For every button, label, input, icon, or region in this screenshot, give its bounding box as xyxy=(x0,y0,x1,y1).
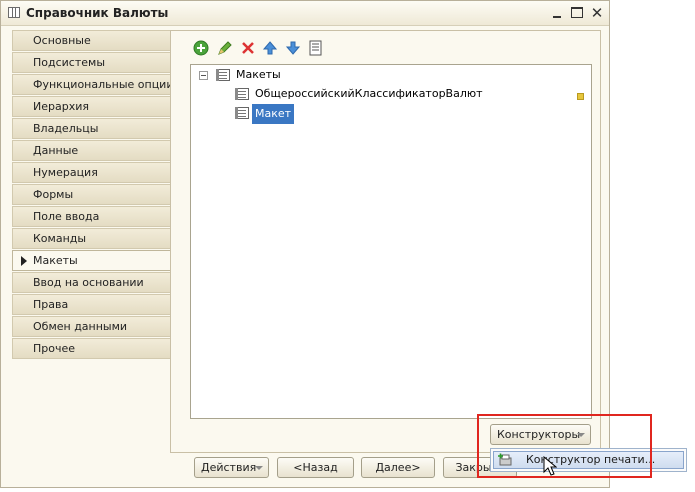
highlight-frame xyxy=(477,414,652,478)
tab-label: Макеты xyxy=(33,254,78,267)
button-label: Действия xyxy=(201,461,257,474)
tab-label: Обмен данными xyxy=(33,320,128,333)
tab-label: Ввод на основании xyxy=(33,276,144,289)
tab-label: Основные xyxy=(33,34,91,47)
tab-data[interactable]: Данные xyxy=(12,140,171,161)
tab-label: Данные xyxy=(33,144,79,157)
tab-input-based-on[interactable]: Ввод на основании xyxy=(12,272,171,293)
close-icon[interactable]: ✕ xyxy=(589,5,605,21)
back-button[interactable]: <Назад xyxy=(277,457,354,478)
template-icon xyxy=(235,88,249,100)
catalog-icon xyxy=(8,7,20,18)
tab-label: Поле ввода xyxy=(33,210,100,223)
next-button[interactable]: Далее> xyxy=(361,457,435,478)
move-down-icon[interactable] xyxy=(284,39,302,57)
tab-templates[interactable]: Макеты xyxy=(12,250,172,271)
templates-tree[interactable]: Макеты ОбщероссийскийКлассификаторВалют … xyxy=(190,64,592,419)
tab-label: Владельцы xyxy=(33,122,99,135)
tab-label: Функциональные опции xyxy=(33,78,174,91)
tab-subsystems[interactable]: Подсистемы xyxy=(12,52,171,73)
list-icon[interactable] xyxy=(307,39,325,57)
templates-folder-icon xyxy=(216,69,230,81)
tab-input-field[interactable]: Поле ввода xyxy=(12,206,171,227)
move-up-icon[interactable] xyxy=(261,39,279,57)
button-label: <Назад xyxy=(293,461,338,474)
maximize-icon[interactable] xyxy=(569,5,585,21)
chevron-down-icon xyxy=(255,466,263,470)
tab-rights[interactable]: Права xyxy=(12,294,171,315)
title-bar[interactable]: Справочник Валюты ✕ xyxy=(1,1,609,26)
tab-forms[interactable]: Формы xyxy=(12,184,171,205)
tab-owners[interactable]: Владельцы xyxy=(12,118,171,139)
tab-functional-options[interactable]: Функциональные опции xyxy=(12,74,174,95)
tab-label: Формы xyxy=(33,188,74,201)
tree-node-label: ОбщероссийскийКлассификаторВалют xyxy=(255,87,483,100)
flag-icon xyxy=(577,93,584,100)
tab-label: Подсистемы xyxy=(33,56,106,69)
tab-numbering[interactable]: Нумерация xyxy=(12,162,171,183)
minimize-icon[interactable] xyxy=(549,5,565,21)
tree-node-okv[interactable]: ОбщероссийскийКлассификаторВалют xyxy=(235,85,587,103)
active-tab-arrow-icon xyxy=(21,256,27,266)
tab-label: Прочее xyxy=(33,342,76,355)
template-icon xyxy=(235,107,249,119)
tab-label: Нумерация xyxy=(33,166,98,179)
add-icon[interactable] xyxy=(193,39,211,57)
edit-icon[interactable] xyxy=(216,39,234,57)
tab-label: Иерархия xyxy=(33,100,89,113)
mouse-cursor-icon xyxy=(543,456,557,476)
tab-label: Права xyxy=(33,298,69,311)
tab-label: Команды xyxy=(33,232,87,245)
collapse-icon[interactable] xyxy=(199,71,208,80)
tree-node-label-selected: Макет xyxy=(252,104,295,124)
delete-icon[interactable] xyxy=(239,39,257,57)
tab-list: Основные Подсистемы Функциональные опции… xyxy=(12,30,174,360)
tree-node-label: Макеты xyxy=(236,68,281,81)
tab-data-exchange[interactable]: Обмен данными xyxy=(12,316,171,337)
window-title: Справочник Валюты xyxy=(26,6,169,20)
actions-button[interactable]: Действия xyxy=(194,457,269,478)
tab-commands[interactable]: Команды xyxy=(12,228,171,249)
tab-other[interactable]: Прочее xyxy=(12,338,171,359)
tab-main[interactable]: Основные xyxy=(12,30,171,51)
button-label: Далее> xyxy=(375,461,421,474)
tab-hierarchy[interactable]: Иерархия xyxy=(12,96,171,117)
